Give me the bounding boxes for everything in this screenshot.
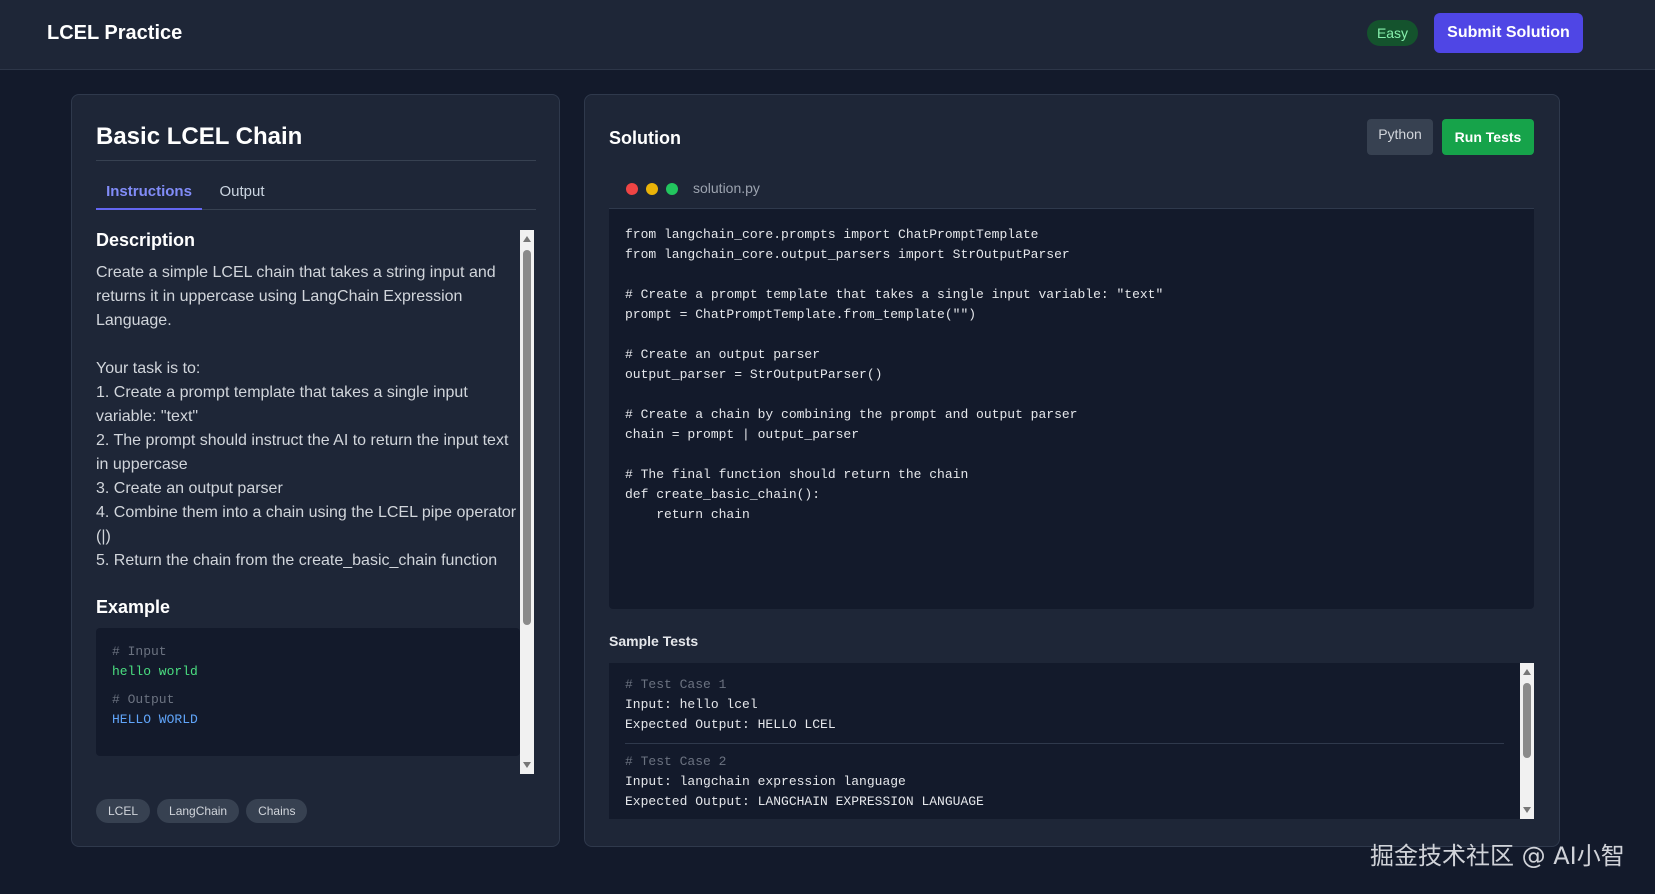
example-input: hello world <box>112 664 198 679</box>
file-name: solution.py <box>693 180 760 196</box>
difficulty-badge: Easy <box>1367 20 1418 46</box>
app-title: LCEL Practice <box>47 22 183 44</box>
language-selector[interactable]: Python <box>1367 119 1433 155</box>
sample-tests-list: # Test Case 1 Input: hello lcel Expected… <box>609 663 1520 819</box>
test-expected-output: Expected Output: HELLO LCEL <box>625 717 836 732</box>
run-tests-button[interactable]: Run Tests <box>1442 119 1534 155</box>
editor-header: solution.py <box>609 169 1534 209</box>
problem-title: Basic LCEL Chain <box>96 123 303 150</box>
scrollbar-thumb[interactable] <box>523 250 531 625</box>
submit-solution-button[interactable]: Submit Solution <box>1434 13 1583 53</box>
tab-instructions[interactable]: Instructions <box>96 175 202 210</box>
watermark: 掘金技术社区 @ AI小智 <box>1370 842 1625 870</box>
tag-langchain[interactable]: LangChain <box>157 799 240 823</box>
divider <box>96 160 536 161</box>
sample-tests-heading: Sample Tests <box>609 633 699 649</box>
solution-title: Solution <box>609 128 681 148</box>
tab-output[interactable]: Output <box>202 175 282 210</box>
description-heading: Description <box>96 230 196 250</box>
instructions-scrollbar[interactable] <box>520 230 534 774</box>
scroll-down-icon[interactable] <box>1523 807 1531 813</box>
red-dot-icon <box>626 183 638 195</box>
test-case-label: # Test Case 1 <box>625 677 727 692</box>
tag-lcel[interactable]: LCEL <box>96 799 151 823</box>
top-bar: LCEL Practice Easy Submit Solution <box>0 0 1655 70</box>
solution-panel: Solution Python Run Tests solution.py fr… <box>584 94 1560 847</box>
instructions-content: Description Create a simple LCEL chain t… <box>96 230 520 774</box>
scroll-up-icon[interactable] <box>1523 669 1531 675</box>
scroll-up-icon[interactable] <box>523 236 531 242</box>
test-input: Input: langchain expression language <box>625 774 906 789</box>
green-dot-icon <box>666 183 678 195</box>
test-case: # Test Case 2 Input: langchain expressio… <box>625 743 1504 819</box>
tag-list: LCEL LangChain Chains <box>96 799 314 825</box>
yellow-dot-icon <box>646 183 658 195</box>
test-input: Input: hello lcel <box>625 697 758 712</box>
test-expected-output: Expected Output: LANGCHAIN EXPRESSION LA… <box>625 794 984 809</box>
example-output-comment: # Output <box>112 692 175 707</box>
example-code-block: # Input hello world # Output HELLO WORLD <box>96 628 520 756</box>
tag-chains[interactable]: Chains <box>246 799 308 823</box>
example-heading: Example <box>96 597 171 617</box>
problem-tabs: Instructions Output <box>96 175 536 210</box>
problem-panel: Basic LCEL Chain Instructions Output Des… <box>71 94 560 847</box>
example-output: HELLO WORLD <box>112 712 198 727</box>
code-editor[interactable]: from langchain_core.prompts import ChatP… <box>609 209 1534 609</box>
scrollbar-thumb[interactable] <box>1523 683 1531 758</box>
scroll-down-icon[interactable] <box>523 762 531 768</box>
description-text: Create a simple LCEL chain that takes a … <box>96 264 517 569</box>
test-case-label: # Test Case 2 <box>625 754 727 769</box>
example-input-comment: # Input <box>112 644 167 659</box>
test-case: # Test Case 1 Input: hello lcel Expected… <box>625 675 1504 743</box>
tests-scrollbar[interactable] <box>1520 663 1534 819</box>
